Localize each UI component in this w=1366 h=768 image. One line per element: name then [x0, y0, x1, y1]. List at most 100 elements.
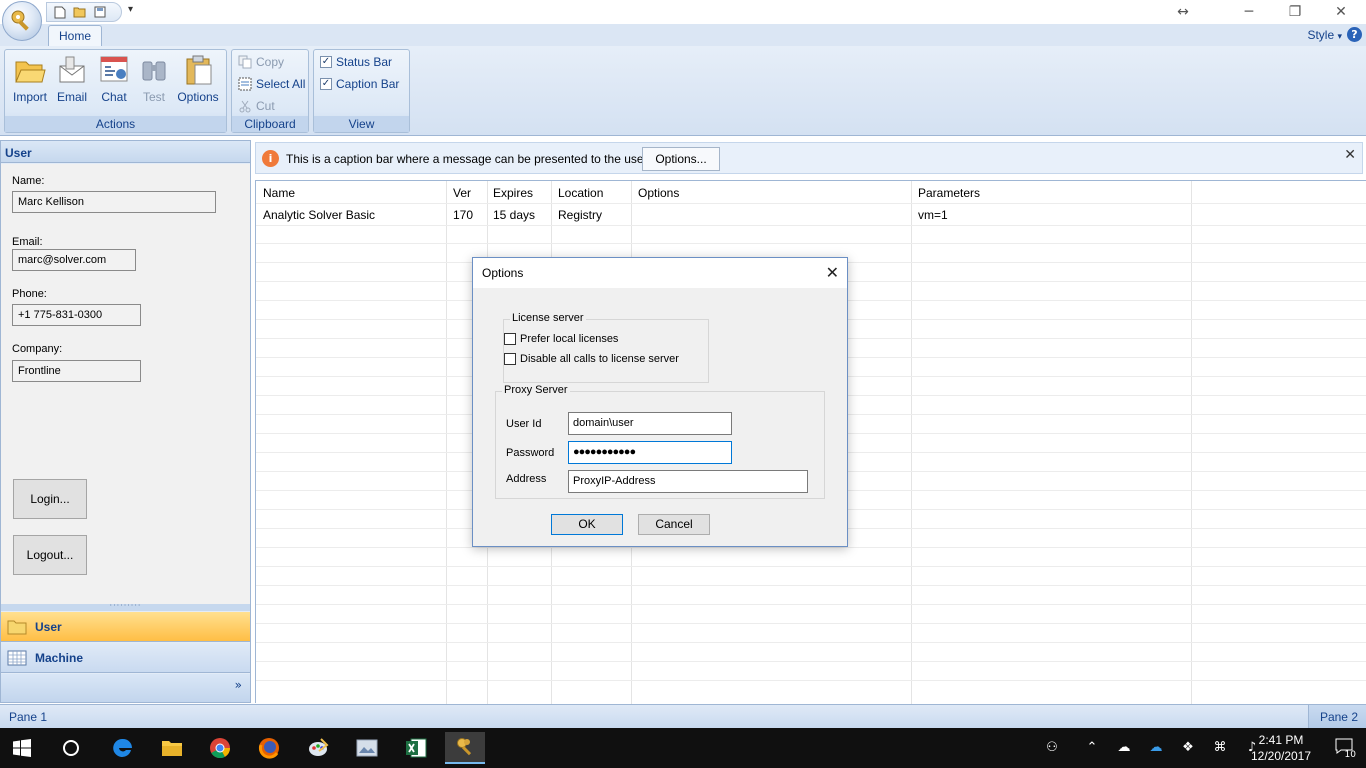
search-button[interactable] — [51, 732, 91, 764]
taskbar-firefox[interactable] — [249, 732, 289, 764]
options-dialog: Options ✕ License server Prefer local li… — [472, 257, 848, 547]
chat-label: Chat — [101, 90, 127, 104]
clipboard-icon — [186, 55, 212, 85]
restore-button[interactable]: ❐ — [1272, 3, 1318, 21]
email-label: Email — [56, 90, 87, 104]
taskbar-license-manager[interactable] — [445, 732, 485, 764]
column-header-ver[interactable]: Ver — [453, 186, 471, 200]
options-button[interactable]: Options — [177, 54, 219, 106]
cell-ver[interactable]: 170 — [453, 208, 473, 222]
close-window-button[interactable]: ✕ — [1318, 3, 1364, 21]
row-divider — [256, 225, 1366, 226]
taskbar-photo-viewer[interactable] — [347, 732, 387, 764]
close-icon[interactable]: ✕ — [1344, 147, 1356, 163]
taskbar-excel[interactable] — [396, 732, 436, 764]
email-button[interactable]: Email — [51, 54, 93, 106]
new-document-icon[interactable] — [53, 5, 67, 19]
system-tray: ⚇ ⌃ ☁ ☁ ❖ ⌘ ♪ 2:41 PM 12/20/2017 10 — [996, 728, 1366, 768]
onedrive-cloud-icon[interactable]: ☁ — [1114, 738, 1134, 758]
column-header-expires[interactable]: Expires — [493, 186, 533, 200]
clock[interactable]: 2:41 PM 12/20/2017 — [1246, 732, 1316, 764]
taskbar-edge[interactable] — [103, 732, 143, 764]
column-header-parameters[interactable]: Parameters — [918, 186, 980, 200]
cell-location[interactable]: Registry — [558, 208, 602, 222]
ok-button[interactable]: OK — [551, 514, 623, 535]
select-all-button[interactable]: Select All — [238, 75, 305, 93]
login-button[interactable]: Login... — [13, 479, 87, 519]
notification-count: 10 — [1344, 750, 1356, 760]
copy-button[interactable]: Copy — [238, 53, 284, 71]
customize-toolbar-dropdown-icon[interactable]: ▾ — [128, 4, 133, 15]
cell-parameters[interactable]: vm=1 — [918, 208, 948, 222]
cancel-button[interactable]: Cancel — [638, 514, 710, 535]
user-id-input[interactable]: domain\user — [568, 412, 732, 435]
caption-bar-toggle[interactable]: ✓ Caption Bar — [320, 75, 399, 93]
email-field[interactable]: marc@solver.com — [12, 249, 136, 271]
key-icon — [11, 10, 29, 31]
prefer-local-checkbox[interactable]: Prefer local licenses — [504, 333, 618, 345]
cell-name[interactable]: Analytic Solver Basic — [263, 208, 375, 222]
double-chevron-icon[interactable]: » — [235, 678, 242, 692]
help-button[interactable]: ? — [1347, 27, 1362, 42]
start-button[interactable] — [2, 732, 42, 764]
tab-home[interactable]: Home — [48, 25, 102, 47]
taskbar-paint[interactable] — [298, 732, 338, 764]
status-bar-label: Status Bar — [336, 55, 393, 69]
test-button[interactable]: Test — [133, 54, 175, 106]
navigation-pane: User Name: Marc Kellison Email: marc@sol… — [0, 140, 251, 703]
import-button[interactable]: Import — [9, 54, 51, 106]
nav-item-machine[interactable]: Machine — [1, 643, 250, 673]
onedrive-business-cloud-icon[interactable]: ☁ — [1146, 738, 1166, 758]
license-server-legend: License server — [510, 312, 586, 324]
row-divider — [256, 661, 1366, 662]
password-input[interactable]: ●●●●●●●●●●● — [568, 441, 732, 464]
cut-button[interactable]: Cut — [238, 97, 275, 115]
name-field[interactable]: Marc Kellison — [12, 191, 216, 213]
company-field[interactable]: Frontline — [12, 360, 141, 382]
disable-calls-label: Disable all calls to license server — [520, 353, 679, 365]
row-divider — [256, 642, 1366, 643]
notifications-button[interactable]: 10 — [1332, 738, 1356, 760]
nav-item-label: Machine — [35, 650, 84, 665]
dropbox-icon[interactable]: ❖ — [1178, 738, 1198, 758]
address-input[interactable]: ProxyIP-Address — [568, 470, 808, 493]
column-header-name[interactable]: Name — [263, 186, 295, 200]
caption-bar: i This is a caption bar where a message … — [255, 142, 1363, 174]
cortana-circle-icon — [63, 740, 79, 756]
logout-button[interactable]: Logout... — [13, 535, 87, 575]
phone-field[interactable]: +1 775-831-0300 — [12, 304, 141, 326]
nav-item-user[interactable]: User — [1, 612, 250, 642]
chat-button[interactable]: Chat — [93, 54, 135, 106]
style-menu[interactable]: Style ▾ — [1307, 28, 1342, 42]
ribbon-group-actions: Import Email Chat Test Options Actions — [4, 49, 227, 133]
column-header-options[interactable]: Options — [638, 186, 679, 200]
column-header-location[interactable]: Location — [558, 186, 603, 200]
windows-logo-icon — [13, 739, 31, 757]
status-bar-toggle[interactable]: ✓ Status Bar — [320, 53, 392, 71]
chat-icon — [100, 56, 128, 82]
firefox-browser-icon — [258, 738, 279, 759]
disable-calls-checkbox[interactable]: Disable all calls to license server — [504, 353, 679, 365]
cut-label: Cut — [256, 99, 275, 113]
cell-expires[interactable]: 15 days — [493, 208, 535, 222]
taskbar-file-explorer[interactable] — [152, 732, 192, 764]
open-folder-icon[interactable] — [73, 5, 87, 19]
chevron-up-icon[interactable]: ⌃ — [1082, 738, 1102, 758]
save-icon[interactable] — [93, 5, 107, 19]
application-menu-button[interactable] — [2, 1, 42, 41]
taskbar-chrome[interactable] — [200, 732, 240, 764]
caption-options-button[interactable]: Options... — [642, 147, 720, 171]
group-label-actions: Actions — [5, 116, 226, 132]
people-icon[interactable]: ⚇ — [1042, 738, 1062, 758]
dialog-close-icon[interactable]: ✕ — [826, 263, 839, 283]
status-pane-1: Pane 1 — [9, 710, 48, 724]
ribbon-group-view: ✓ Status Bar ✓ Caption Bar View — [313, 49, 410, 133]
network-icon[interactable]: ⌘ — [1210, 738, 1230, 758]
row-divider — [256, 243, 1366, 244]
minimize-button[interactable]: ─ — [1226, 3, 1272, 21]
edge-browser-icon — [113, 738, 132, 757]
title-bar: ▾ ↔ ─ ❐ ✕ — [0, 0, 1366, 41]
license-server-group: License server Prefer local licenses Dis… — [503, 312, 709, 383]
pane-splitter[interactable]: ········· — [1, 602, 250, 611]
folder-icon — [7, 620, 27, 634]
